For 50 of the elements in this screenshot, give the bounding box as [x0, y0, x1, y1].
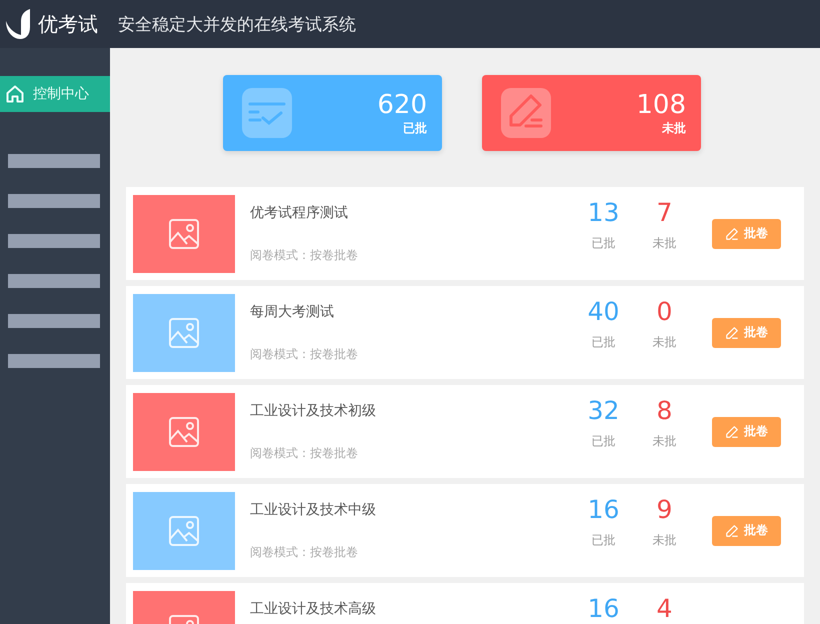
pencil-icon	[501, 88, 551, 138]
exam-title: 工业设计及技术高级	[250, 600, 377, 618]
pencil-icon	[725, 524, 739, 538]
sidebar-item[interactable]: 控制中心	[0, 76, 110, 112]
pending-count: 9	[656, 499, 672, 521]
grading-mode: 阅卷模式：按卷批卷	[250, 444, 359, 462]
approved-count: 16	[588, 598, 620, 620]
stat-label: 已批	[403, 120, 427, 136]
pending-label: 未批	[652, 532, 676, 549]
pencil-icon	[725, 424, 739, 438]
pending-label: 未批	[652, 235, 676, 252]
grade-button[interactable]: 批卷	[712, 318, 781, 348]
stat-label: 未批	[662, 120, 686, 136]
pending-count: 0	[656, 301, 672, 323]
image-icon	[168, 514, 200, 546]
approved-label: 已批	[592, 235, 616, 252]
approved-label: 已批	[592, 334, 616, 351]
pending-count: 8	[656, 400, 672, 422]
approved-count: 40	[588, 301, 620, 323]
approved-count: 16	[588, 499, 620, 521]
pencil-icon	[725, 326, 739, 340]
grading-mode: 阅卷模式：按卷批卷	[250, 346, 359, 362]
approved-count: 32	[588, 400, 620, 422]
grade-button[interactable]: 批卷	[712, 516, 781, 546]
image-icon	[168, 218, 200, 250]
grading-mode: 阅卷模式：按卷批卷	[250, 544, 359, 560]
logo-icon	[4, 7, 32, 41]
grade-button[interactable]: 批卷	[712, 416, 781, 446]
exam-title: 工业设计及技术初级	[250, 402, 377, 420]
pending-count: 7	[656, 202, 672, 224]
grading-mode: 阅卷模式：按卷批卷	[250, 246, 359, 264]
home-icon	[5, 84, 25, 104]
exam-title: 每周大考测试	[250, 302, 335, 320]
image-icon	[168, 316, 200, 348]
pending-count: 4	[656, 598, 672, 620]
pending-label: 未批	[652, 433, 676, 450]
checklist-icon	[242, 88, 292, 138]
exam-title: 优考试程序测试	[250, 204, 349, 222]
pending-label: 未批	[652, 334, 676, 351]
stat-value: 620	[377, 90, 427, 120]
exam-title: 工业设计及技术中级	[250, 500, 377, 518]
grade-button[interactable]: 批卷	[712, 218, 781, 248]
stat-value: 108	[636, 90, 686, 120]
approved-label: 已批	[592, 433, 616, 450]
approved-count: 13	[588, 202, 620, 224]
image-icon	[168, 416, 200, 448]
approved-label: 已批	[592, 532, 616, 549]
tagline: 安全稳定大并发的在线考试系统	[118, 14, 356, 36]
pencil-icon	[725, 226, 739, 240]
brand-name: 优考试	[38, 10, 98, 38]
